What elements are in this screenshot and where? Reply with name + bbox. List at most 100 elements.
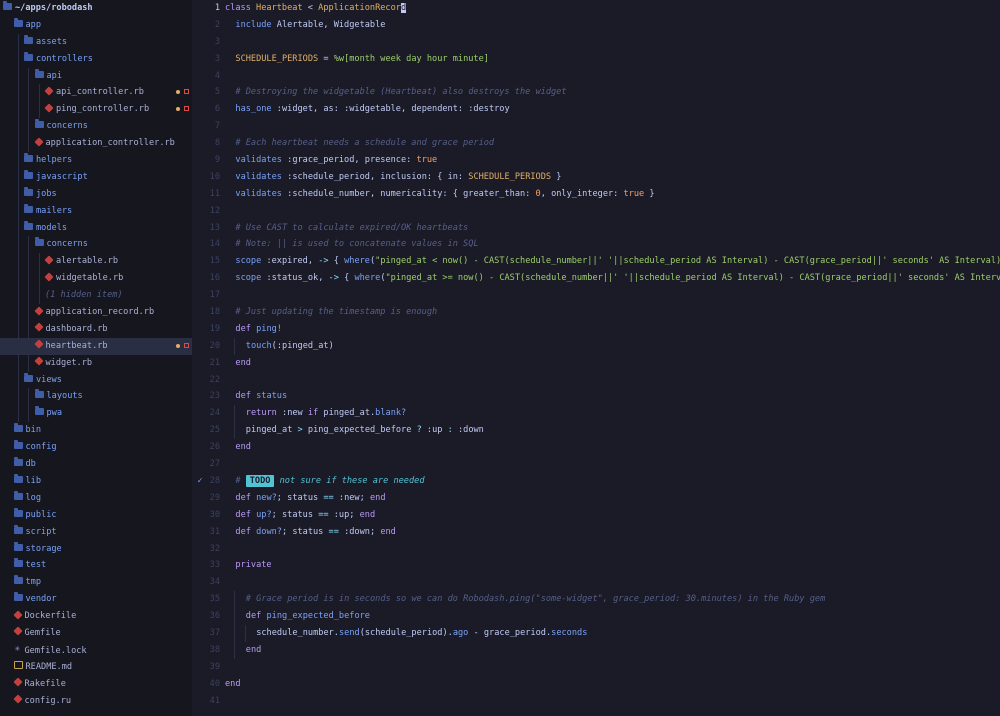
code-line[interactable]: 5 # Destroying the widgetable (Heartbeat)…	[192, 84, 1000, 101]
code-line[interactable]: 41	[192, 693, 1000, 710]
code-line[interactable]: 19 def ping!	[192, 321, 1000, 338]
code-token: Alertable, Widgetable	[276, 19, 386, 30]
tree-folder[interactable]: log	[0, 490, 192, 507]
code-line[interactable]: 2 include Alertable, Widgetable	[192, 17, 1000, 34]
code-line[interactable]: 4	[192, 68, 1000, 85]
code-token: schedule_number.	[256, 627, 339, 638]
tree-folder[interactable]: models	[0, 219, 192, 237]
code-line[interactable]: 10 validates :schedule_period, inclusion:…	[192, 169, 1000, 186]
tree-folder[interactable]: ~/apps/robodash	[0, 0, 192, 17]
code-line[interactable]: 24 return :new if pinged_at.blank?	[192, 405, 1000, 423]
tree-folder[interactable]: vendor	[0, 591, 192, 608]
code-line[interactable]: 12	[192, 203, 1000, 220]
tree-file[interactable]: alertable.rb	[0, 253, 192, 271]
tree-file[interactable]: ✳ Gemfile.lock	[0, 642, 192, 659]
code-line[interactable]: 36 def ping_expected_before	[192, 608, 1000, 625]
tree-file[interactable]: ping_controller.rb	[0, 101, 192, 119]
code-line[interactable]: 21 end	[192, 355, 1000, 372]
tree-folder[interactable]: helpers	[0, 152, 192, 169]
tree-file[interactable]: widget.rb	[0, 354, 192, 372]
code-line[interactable]: 33 private	[192, 557, 1000, 574]
tree-file[interactable]: dashboard.rb	[0, 320, 192, 338]
code-token: #	[235, 475, 246, 486]
code-line[interactable]: 8 # Each heartbeat needs a schedule and g…	[192, 135, 1000, 152]
tree-file[interactable]: README.md	[0, 659, 192, 676]
code-token: ,	[400, 104, 412, 115]
code-token: numericality:	[380, 188, 453, 199]
code-line[interactable]: 37 schedule_number.send(schedule_period).…	[192, 624, 1000, 642]
code-line[interactable]: ✓ 28 # TODO not sure if these are needed	[192, 473, 1000, 490]
code-line[interactable]: 25 pinged_at > ping_expected_before ? :up…	[192, 422, 1000, 440]
code-line[interactable]: 11 validates :schedule_number, numericali…	[192, 186, 1000, 203]
tree-folder[interactable]: test	[0, 557, 192, 574]
tree-file[interactable]: heartbeat.rb	[0, 337, 192, 355]
tree-label: vendor	[25, 594, 57, 605]
code-line[interactable]: 23 def status	[192, 388, 1000, 405]
tree-folder[interactable]: storage	[0, 541, 192, 558]
code-line[interactable]: 17	[192, 287, 1000, 304]
tree-folder[interactable]: jobs	[0, 185, 192, 203]
tree-label: Rakefile	[24, 678, 66, 689]
code-line[interactable]: 7	[192, 118, 1000, 135]
code-line[interactable]: 34	[192, 574, 1000, 591]
code-line[interactable]: 6 has_one :widget, as: :widgetable, depen…	[192, 101, 1000, 118]
tree-folder[interactable]: tmp	[0, 574, 192, 591]
tree-folder[interactable]: public	[0, 507, 192, 524]
code-line[interactable]: 35 # Grace period is in seconds so we can…	[192, 591, 1000, 609]
code-line[interactable]: 38 end	[192, 641, 1000, 659]
code-line[interactable]: 29 def new?; status == :new; end	[192, 490, 1000, 507]
tree-folder[interactable]: api	[0, 67, 192, 85]
code-line[interactable]: 40 end	[192, 676, 1000, 693]
code-line[interactable]: 1 class Heartbeat < ApplicationRecord	[192, 0, 1000, 17]
tree-file[interactable]: Dockerfile	[0, 608, 192, 625]
tree-folder[interactable]: script	[0, 524, 192, 541]
code-line[interactable]: 13 # Use CAST to calculate expired/OK hea…	[192, 220, 1000, 237]
code-line[interactable]: 30 def up?; status == :up; end	[192, 507, 1000, 524]
code-line[interactable]: 15 scope :expired, -> { where("pinged_at …	[192, 253, 1000, 270]
tree-folder[interactable]: views	[0, 371, 192, 389]
code-line[interactable]: 39	[192, 659, 1000, 676]
tree-file[interactable]: Rakefile	[0, 676, 192, 693]
code-line[interactable]: 18 # Just updating the timestamp is enoug…	[192, 304, 1000, 321]
tree-folder[interactable]: concerns	[0, 118, 192, 136]
tree-file[interactable]: widgetable.rb	[0, 270, 192, 288]
tree-folder[interactable]: mailers	[0, 202, 192, 220]
tree-file[interactable]: application_record.rb	[0, 304, 192, 321]
tree-folder[interactable]: bin	[0, 422, 192, 439]
code-line[interactable]: 3 SCHEDULE_PERIODS = %w[month week day ho…	[192, 51, 1000, 68]
code-line[interactable]: 27	[192, 456, 1000, 473]
code-editor[interactable]: 1 class Heartbeat < ApplicationRecord 2 inc…	[192, 0, 1000, 716]
code-text: def up?; status == :up; end	[225, 507, 375, 524]
code-line[interactable]: 22	[192, 372, 1000, 389]
code-line[interactable]: 9 validates :grace_period, presence: true	[192, 152, 1000, 169]
indent-guide	[28, 101, 29, 119]
tree-folder[interactable]: assets	[0, 33, 192, 51]
tree-label: layouts	[46, 391, 83, 402]
tree-label: Gemfile	[24, 627, 61, 638]
tree-folder[interactable]: pwa	[0, 405, 192, 423]
tree-file[interactable]: api_controller.rb	[0, 84, 192, 102]
tree-folder[interactable]: controllers	[0, 50, 192, 68]
indent-guide	[17, 270, 19, 288]
tree-file[interactable]: config.ru	[0, 693, 192, 710]
code-line[interactable]: 14 # Note: || is used to concatenate valu…	[192, 236, 1000, 253]
code-line[interactable]: 32	[192, 541, 1000, 558]
code-line[interactable]: 3	[192, 34, 1000, 51]
ruby-icon	[33, 137, 44, 147]
code-line[interactable]: 31 def down?; status == :down; end	[192, 524, 1000, 541]
code-token: pinged_at	[245, 425, 298, 436]
tree-file[interactable]: Gemfile	[0, 625, 192, 642]
code-line[interactable]: 26 end	[192, 439, 1000, 456]
tree-folder[interactable]: db	[0, 456, 192, 473]
tree-folder[interactable]: layouts	[0, 388, 192, 406]
tree-folder[interactable]: app	[0, 17, 192, 34]
code-token: class	[225, 3, 257, 13]
tree-folder[interactable]: javascript	[0, 168, 192, 186]
indent-guide	[17, 152, 19, 169]
tree-file[interactable]: application_controller.rb	[0, 135, 192, 153]
tree-folder[interactable]: config	[0, 439, 192, 456]
code-line[interactable]: 20 touch(:pinged_at)	[192, 337, 1000, 355]
tree-folder[interactable]: lib	[0, 473, 192, 490]
code-line[interactable]: 16 scope :status_ok, -> { where("pinged_a…	[192, 270, 1000, 287]
tree-folder[interactable]: concerns	[0, 236, 192, 254]
